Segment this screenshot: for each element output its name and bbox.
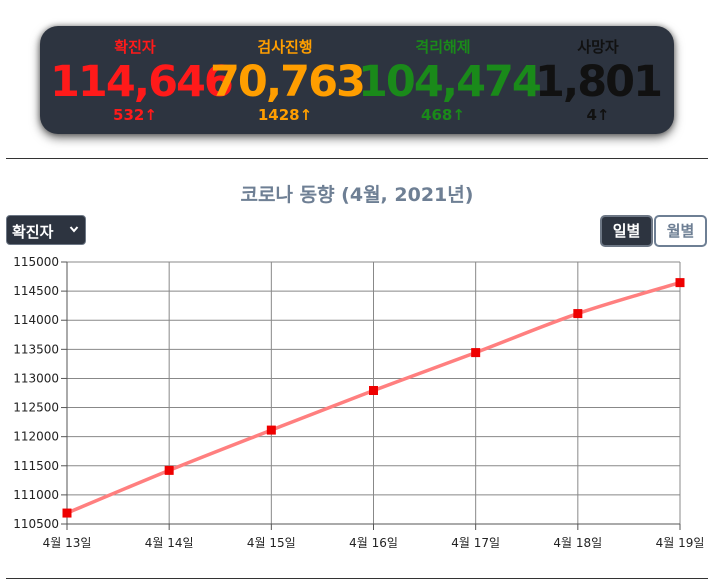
x-tick-label: 4월 16일 (349, 536, 398, 550)
y-tick-label: 113500 (13, 342, 59, 356)
top-divider (6, 158, 708, 159)
data-point (62, 508, 72, 518)
chart-grid (61, 261, 681, 530)
bottom-divider (6, 578, 708, 579)
stat-testing-value: 70,763 (210, 57, 366, 107)
stat-released-label: 격리해제 (415, 38, 471, 56)
y-axis-ticks: 110500 111000 111500 112000 112500 113000 1135… (13, 255, 59, 531)
x-tick-label: 4월 17일 (451, 536, 500, 550)
stats-panel: 확진자 114,646 532↑ 검사진행 70,763 1428↑ 격리해제 … (40, 26, 674, 134)
stat-confirmed-value: 114,646 (50, 57, 234, 107)
y-tick-label: 113000 (13, 371, 59, 385)
stat-testing-label: 검사진행 (257, 38, 313, 56)
x-tick-label: 4월 18일 (553, 536, 602, 550)
data-point (573, 309, 583, 319)
line-chart: 110500 111000 111500 112000 112500 113000 1135… (13, 255, 705, 550)
data-point (266, 425, 276, 435)
metric-select-value: 확진자 (12, 223, 54, 241)
stat-released-delta: 468↑ (421, 106, 465, 124)
x-tick-label: 4월 14일 (145, 536, 194, 550)
stat-deaths-delta: 4↑ (586, 106, 610, 124)
data-point (164, 465, 174, 475)
y-tick-label: 112500 (13, 401, 59, 415)
daily-toggle-button[interactable]: 일별 (600, 215, 653, 247)
metric-select[interactable]: 확진자 (6, 215, 86, 245)
stat-deaths-label: 사망자 (577, 38, 619, 56)
x-tick-label: 4월 13일 (43, 536, 92, 550)
y-tick-label: 111500 (13, 459, 59, 473)
data-point (471, 348, 481, 358)
y-tick-label: 111000 (13, 488, 59, 502)
stat-testing-delta: 1428↑ (257, 106, 313, 124)
stat-confirmed-delta: 532↑ (113, 106, 157, 124)
x-axis-ticks: 4월 13일 4월 14일 4월 15일 4월 16일 4월 17일 4월 18일 4월 1… (43, 536, 705, 550)
stat-released-value: 104,474 (358, 57, 542, 107)
data-point (369, 385, 378, 395)
y-tick-label: 115000 (13, 255, 59, 269)
y-tick-label: 114000 (13, 313, 59, 327)
chart-title: 코로나 동향 (4월, 2021년) (240, 184, 474, 206)
data-point (675, 278, 685, 288)
y-tick-label: 114500 (13, 284, 59, 298)
stat-deaths-value: 1,801 (534, 57, 663, 107)
monthly-toggle-button[interactable]: 월별 (654, 215, 707, 247)
chevron-down-icon (69, 226, 79, 233)
stat-confirmed-label: 확진자 (114, 38, 156, 56)
y-tick-label: 110500 (13, 517, 59, 531)
y-tick-label: 112000 (13, 430, 59, 444)
x-tick-label: 4월 15일 (247, 536, 296, 550)
x-tick-label: 4월 19일 (656, 536, 705, 550)
